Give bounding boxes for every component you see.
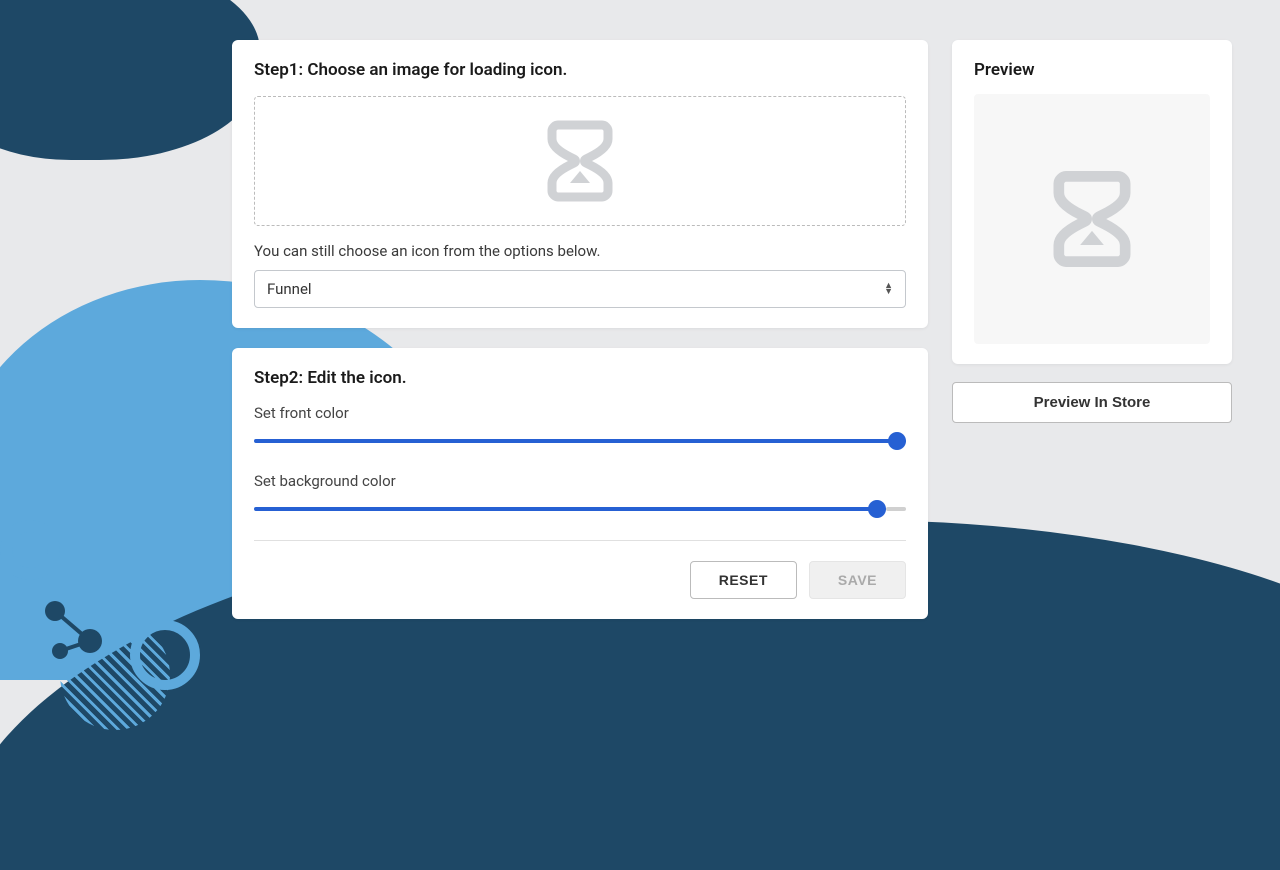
preview-in-store-button[interactable]: Preview In Store [952, 382, 1232, 423]
dropdown-value: Funnel [267, 280, 312, 298]
reset-button[interactable]: RESET [690, 561, 797, 599]
preview-card: Preview [952, 40, 1232, 364]
front-color-slider[interactable] [254, 432, 906, 450]
divider [254, 540, 906, 541]
front-color-label: Set front color [254, 404, 906, 422]
background-color-slider[interactable] [254, 500, 906, 518]
save-button[interactable]: SAVE [809, 561, 906, 599]
dropdown-helper: You can still choose an icon from the op… [254, 242, 906, 260]
step1-card: Step1: Choose an image for loading icon.… [232, 40, 928, 328]
hourglass-icon [542, 115, 618, 207]
step1-title: Step1: Choose an image for loading icon. [254, 60, 906, 80]
preview-title: Preview [974, 60, 1210, 80]
background-color-label: Set background color [254, 472, 906, 490]
icon-dropdown[interactable]: Funnel ▲▼ [254, 270, 906, 308]
preview-box [974, 94, 1210, 344]
select-arrows-icon: ▲▼ [884, 283, 893, 295]
step2-title: Step2: Edit the icon. [254, 368, 906, 388]
upload-zone[interactable] [254, 96, 906, 226]
hourglass-icon [1047, 164, 1137, 274]
step2-card: Step2: Edit the icon. Set front color Se… [232, 348, 928, 619]
